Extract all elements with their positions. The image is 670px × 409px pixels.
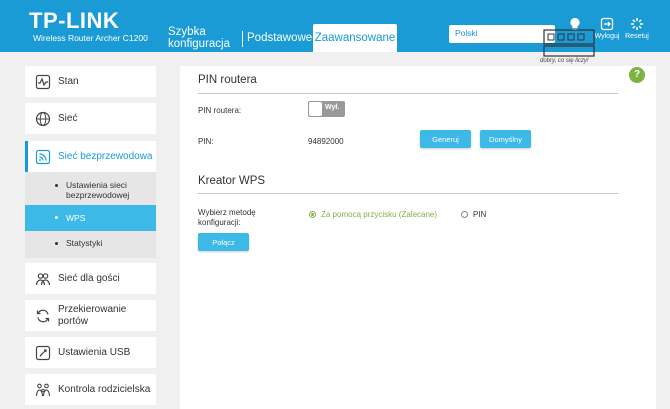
sidebar-item-label: portów — [58, 315, 89, 327]
sidebar-item-usb-settings[interactable]: Ustawienia USB — [25, 337, 156, 368]
generate-button[interactable]: Generuj — [420, 130, 471, 148]
tab-quick-setup[interactable]: Szybka konfiguracja — [168, 25, 240, 51]
submenu-label: Ustawienia sieci — [66, 180, 127, 190]
sidebar-item-label: Sieć — [58, 112, 78, 124]
connect-button[interactable]: Połącz — [198, 233, 249, 251]
method-label-line2: konfiguracji: — [198, 218, 241, 227]
sidebar: Stan Sieć Sieć bezprzewodowa Ustawienia … — [0, 52, 170, 409]
submenu-item-statistics[interactable]: Statystyki — [25, 238, 156, 248]
tab-advanced[interactable]: Zaawansowane — [313, 24, 397, 52]
help-icon[interactable]: ? — [629, 67, 645, 83]
wifi-icon — [35, 149, 51, 164]
tp-link-logo: TP-LINK — [29, 8, 120, 33]
submenu-item-wps[interactable]: WPS — [25, 205, 156, 231]
tab-quick-line2: konfiguracja — [168, 38, 231, 50]
main-content: PIN routera PIN routera: Wył. PIN: 94892… — [170, 52, 670, 409]
bullet-icon — [55, 242, 58, 245]
sidebar-item-label: Stan — [58, 75, 79, 87]
tab-basic[interactable]: Podstawowe — [247, 24, 312, 52]
method-label-line1: Wybierz metodę — [198, 208, 256, 217]
reboot-button[interactable]: Resetuj — [624, 17, 650, 40]
sidebar-item-label: Sieć dla gości — [58, 272, 120, 284]
refresh-arrows-icon — [36, 309, 50, 322]
submenu-label: Statystyki — [66, 238, 103, 248]
wps-section-title: Kreator WPS — [198, 175, 266, 187]
globe-icon — [35, 111, 51, 126]
usb-icon — [35, 345, 51, 360]
method-label: Wybierz metodę konfiguracji: — [198, 208, 256, 228]
bullet-icon — [55, 216, 58, 219]
family-icon — [35, 383, 51, 396]
toggle-knob — [309, 102, 322, 116]
submenu-label: bezprzewodowej — [66, 190, 130, 200]
content-card: PIN routera PIN routera: Wył. PIN: 94892… — [180, 66, 656, 409]
sidebar-item-parental-control[interactable]: Kontrola rodzicielska — [25, 374, 156, 405]
sidebar-item-label: Kontrola rodzicielska — [58, 383, 151, 395]
tab-divider — [242, 31, 243, 47]
bullet-icon — [55, 184, 58, 187]
tab-quick-line1: Szybka — [168, 26, 206, 38]
router-pin-label: PIN routera: — [198, 106, 242, 115]
sidebar-item-wireless[interactable]: Sieć bezprzewodowa — [25, 141, 156, 172]
pin-section-title: PIN routera — [198, 74, 257, 86]
section-divider — [198, 93, 618, 94]
radio-push-button[interactable]: Za pomocą przycisku (Zalecane) — [309, 210, 437, 219]
reboot-label: Resetuj — [625, 33, 649, 40]
reboot-icon — [631, 18, 643, 30]
submenu-item-wireless-settings[interactable]: Ustawienia sieci bezprzewodowej — [25, 180, 156, 200]
sidebar-item-port-forwarding[interactable]: Przekierowanie portów — [25, 300, 156, 331]
wireless-submenu: Ustawienia sieci bezprzewodowej WPS Staty… — [25, 172, 156, 258]
pulse-icon — [35, 74, 51, 89]
logout-icon — [600, 17, 614, 31]
sidebar-item-label: Przekierowanie — [58, 303, 127, 315]
sidebar-item-network[interactable]: Sieć — [25, 103, 156, 134]
sidebar-item-guest-network[interactable]: Sieć dla gości — [25, 263, 156, 294]
router-model: Wireless Router Archer C1200 — [33, 33, 148, 43]
guests-icon — [35, 272, 51, 285]
section-divider — [198, 193, 618, 194]
radio-checked-icon — [309, 211, 316, 218]
sidebar-item-label: Ustawienia USB — [58, 346, 131, 358]
pin-value: 94892000 — [308, 137, 344, 146]
submenu-label: WPS — [66, 213, 86, 223]
sidebar-item-status[interactable]: Stan — [25, 66, 156, 97]
logout-label: Wyloguj — [594, 33, 620, 40]
radio-unchecked-icon — [461, 211, 468, 218]
sidebar-item-label: Sieć bezprzewodowa — [58, 150, 153, 162]
pin-label: PIN: — [198, 137, 214, 146]
toggle-state: Wył. — [325, 104, 340, 111]
radio-label: Za pomocą przycisku (Zalecane) — [321, 210, 438, 219]
radio-label: PIN — [473, 210, 487, 219]
router-pin-toggle[interactable]: Wył. — [308, 101, 345, 117]
default-button[interactable]: Domyślny — [480, 130, 531, 148]
radio-pin[interactable]: PIN — [461, 210, 486, 219]
